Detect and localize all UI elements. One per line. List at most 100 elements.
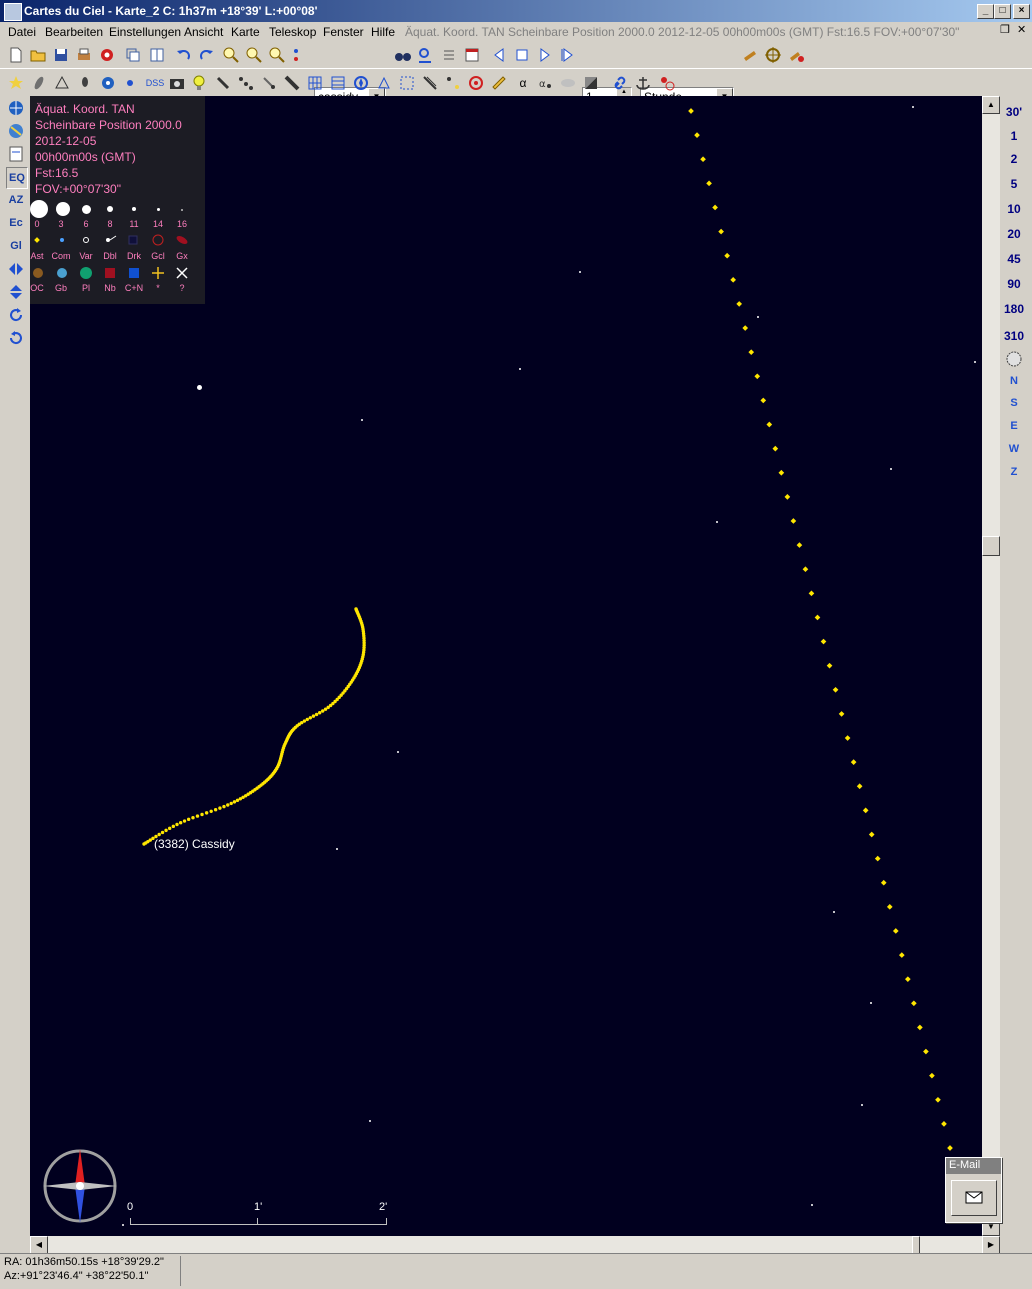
print-icon[interactable] xyxy=(75,46,93,64)
menu-bearbeiten[interactable]: Bearbeiten xyxy=(45,25,103,39)
az-coordinates-button[interactable]: AZ xyxy=(6,190,26,210)
flip-vertical-icon[interactable] xyxy=(6,282,26,302)
south-button[interactable]: S xyxy=(1000,397,1028,409)
fov-45-button[interactable]: 45 xyxy=(1000,252,1028,266)
fov-180-button[interactable]: 180 xyxy=(1000,302,1028,316)
minimize-button[interactable]: _ xyxy=(977,4,994,19)
globe-icon[interactable] xyxy=(6,98,26,118)
time-fast-forward-icon[interactable] xyxy=(558,46,576,64)
calendar-icon[interactable] xyxy=(463,46,481,64)
child-close-icon[interactable]: ✕ xyxy=(1017,23,1026,36)
list-icon[interactable] xyxy=(440,46,458,64)
scroll-right-icon[interactable]: ▶ xyxy=(982,1236,1000,1254)
galactic-coordinates-button[interactable]: Gl xyxy=(6,236,26,256)
globe-alt-icon[interactable] xyxy=(6,121,26,141)
grid-alt-icon[interactable] xyxy=(329,74,347,92)
menu-teleskop[interactable]: Teleskop xyxy=(269,25,316,39)
zoom-fit-icon[interactable] xyxy=(268,46,286,64)
vertical-scrollbar[interactable]: ▲ ▼ xyxy=(982,96,1000,1236)
menu-datei[interactable]: Datei xyxy=(8,25,36,39)
fov-30m-button[interactable]: 30' xyxy=(1000,105,1028,119)
show-pictures-icon[interactable] xyxy=(76,74,94,92)
fov-5-button[interactable]: 5 xyxy=(1000,177,1028,191)
menu-fenster[interactable]: Fenster xyxy=(323,25,364,39)
link-icon[interactable] xyxy=(611,74,629,92)
fov-2-button[interactable]: 2 xyxy=(1000,152,1028,166)
remove-marks-icon[interactable] xyxy=(658,74,676,92)
camera-icon[interactable] xyxy=(168,74,186,92)
new-chart-icon[interactable] xyxy=(7,46,25,64)
dss-button[interactable]: DSS xyxy=(143,74,167,92)
lightbulb-icon[interactable] xyxy=(190,74,208,92)
menu-ansicht[interactable]: Ansicht xyxy=(184,25,223,39)
mark-object-icon[interactable] xyxy=(290,46,308,64)
north-button[interactable]: N xyxy=(1000,375,1028,387)
undo-icon[interactable] xyxy=(174,46,192,64)
sky-chart[interactable]: Äquat. Koord. TAN Scheinbare Position 20… xyxy=(30,96,982,1236)
time-back-icon[interactable] xyxy=(490,46,508,64)
notepad-icon[interactable] xyxy=(6,144,26,164)
zenith-button[interactable]: Z xyxy=(1000,466,1028,478)
menu-einstellungen[interactable]: Einstellungen xyxy=(109,25,181,39)
hscroll-thumb[interactable] xyxy=(912,1236,920,1254)
fov-20-button[interactable]: 20 xyxy=(1000,227,1028,241)
restore-icon[interactable]: ❐ xyxy=(1000,23,1010,36)
tile-window-icon[interactable] xyxy=(148,46,166,64)
show-lines-icon[interactable] xyxy=(53,74,71,92)
comet-icon[interactable] xyxy=(260,74,278,92)
show-nebulae-icon[interactable] xyxy=(30,74,48,92)
open-folder-icon[interactable] xyxy=(29,46,47,64)
copy-window-icon[interactable] xyxy=(124,46,142,64)
grid-icon[interactable] xyxy=(306,74,324,92)
constellation-boundary-icon[interactable] xyxy=(398,74,416,92)
stars-path-icon[interactable] xyxy=(237,74,255,92)
time-stop-icon[interactable] xyxy=(513,46,531,64)
galactic-equator-icon[interactable] xyxy=(444,74,462,92)
telescope-target-icon[interactable] xyxy=(764,46,782,64)
fov-1-button[interactable]: 1 xyxy=(1000,129,1028,143)
ecliptic-icon[interactable] xyxy=(421,74,439,92)
milky-way-icon[interactable] xyxy=(283,74,301,92)
save-icon[interactable] xyxy=(52,46,70,64)
target-marker-icon[interactable] xyxy=(467,74,485,92)
scroll-up-icon[interactable]: ▲ xyxy=(982,96,1000,114)
send-email-button[interactable] xyxy=(951,1180,997,1216)
anchor-icon[interactable] xyxy=(634,74,652,92)
show-planets-icon[interactable] xyxy=(121,74,139,92)
close-button[interactable]: × xyxy=(1013,4,1030,19)
flip-horizontal-icon[interactable] xyxy=(6,259,26,279)
telescope-sync-icon[interactable] xyxy=(787,46,805,64)
maximize-button[interactable]: □ xyxy=(994,4,1011,19)
telescope-icon[interactable] xyxy=(741,46,759,64)
menu-karte[interactable]: Karte xyxy=(231,25,260,39)
label-alt-icon[interactable]: α xyxy=(536,74,554,92)
fov-10-button[interactable]: 10 xyxy=(1000,202,1028,216)
constellation-icon[interactable] xyxy=(375,74,393,92)
show-backgrounds-icon[interactable] xyxy=(99,74,117,92)
binoculars-icon[interactable] xyxy=(394,46,412,64)
zoom-in-icon[interactable] xyxy=(222,46,240,64)
find-person-icon[interactable] xyxy=(416,46,434,64)
fov-90-button[interactable]: 90 xyxy=(1000,277,1028,291)
object-label-cassidy[interactable]: (3382) Cassidy xyxy=(154,837,235,851)
asteroid-icon[interactable] xyxy=(214,74,232,92)
redo-icon[interactable] xyxy=(198,46,216,64)
time-forward-icon[interactable] xyxy=(536,46,554,64)
horizon-icon[interactable] xyxy=(559,74,577,92)
west-button[interactable]: W xyxy=(1000,443,1028,455)
menu-hilfe[interactable]: Hilfe xyxy=(371,25,395,39)
ecliptic-coordinates-button[interactable]: Ec xyxy=(6,213,26,233)
rotate-left-icon[interactable] xyxy=(6,328,26,348)
all-sky-icon[interactable] xyxy=(1000,351,1028,370)
eq-coordinates-button[interactable]: EQ xyxy=(6,167,28,189)
rotate-right-icon[interactable] xyxy=(6,305,26,325)
east-button[interactable]: E xyxy=(1000,420,1028,432)
scroll-left-icon[interactable]: ◀ xyxy=(30,1236,48,1254)
config-gear-icon[interactable] xyxy=(98,46,116,64)
night-vision-icon[interactable] xyxy=(582,74,600,92)
compass-rose-icon[interactable] xyxy=(352,74,370,92)
horizontal-scrollbar[interactable]: ◀ ▶ xyxy=(30,1236,1000,1254)
show-stars-icon[interactable] xyxy=(7,74,25,92)
fov-310-button[interactable]: 310 xyxy=(1000,329,1028,343)
zoom-out-icon[interactable] xyxy=(245,46,263,64)
